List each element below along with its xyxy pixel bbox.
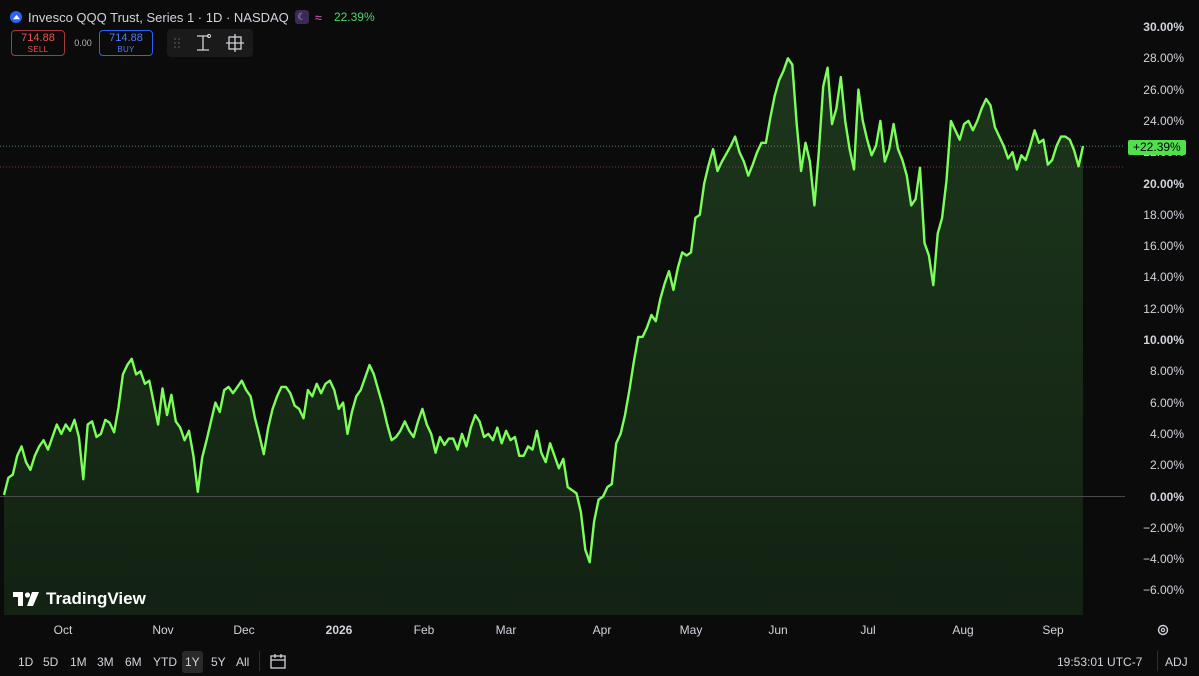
range-button-1y[interactable]: 1Y bbox=[182, 651, 203, 673]
sell-label: SELL bbox=[27, 45, 49, 54]
x-tick-label: Mar bbox=[495, 623, 517, 637]
separator bbox=[1157, 651, 1158, 671]
x-tick-label: May bbox=[679, 623, 703, 637]
y-tick-label: 4.00% bbox=[1149, 426, 1184, 441]
range-button-5d[interactable]: 5D bbox=[40, 651, 61, 673]
tradingview-logo-icon bbox=[13, 592, 39, 606]
tradingview-brand: TradingView bbox=[13, 589, 146, 609]
x-tick-label: Dec bbox=[233, 623, 255, 637]
crosshair-icon[interactable] bbox=[225, 33, 245, 53]
x-tick-label: 2026 bbox=[325, 623, 353, 637]
wave-icon: ≈ bbox=[314, 9, 322, 25]
change-percent: 22.39% bbox=[333, 10, 375, 24]
x-tick-label: Oct bbox=[53, 623, 73, 637]
spread-value: 0.00 bbox=[74, 38, 92, 48]
last-value-badge: +22.39% bbox=[1128, 140, 1186, 155]
drawing-tools bbox=[167, 29, 253, 57]
y-tick-label: 2.00% bbox=[1149, 458, 1184, 473]
y-tick-label: 10.00% bbox=[1143, 333, 1184, 347]
y-tick-label: 12.00% bbox=[1143, 301, 1184, 316]
range-button-3m[interactable]: 3M bbox=[94, 651, 117, 673]
x-tick-label: Jun bbox=[768, 623, 788, 637]
sell-price: 714.88 bbox=[21, 32, 55, 44]
range-button-1m[interactable]: 1M bbox=[67, 651, 90, 673]
y-tick-label: −2.00% bbox=[1142, 520, 1184, 535]
range-button-ytd[interactable]: YTD bbox=[150, 651, 180, 673]
y-tick-label: −6.00% bbox=[1142, 583, 1184, 598]
symbol-title[interactable]: Invesco QQQ Trust, Series 1 · 1D · NASDA… bbox=[28, 10, 289, 25]
symbol-header[interactable]: Invesco QQQ Trust, Series 1 · 1D · NASDA… bbox=[10, 8, 375, 26]
buy-button[interactable]: 714.88 BUY bbox=[99, 30, 153, 56]
adj-toggle[interactable]: ADJ bbox=[1165, 651, 1188, 673]
area-fill bbox=[4, 58, 1083, 616]
measure-icon[interactable] bbox=[193, 33, 213, 53]
y-tick-label: 30.00% bbox=[1143, 20, 1184, 34]
nasdaq-logo-icon bbox=[10, 11, 22, 23]
range-button-6m[interactable]: 6M bbox=[122, 651, 145, 673]
y-tick-label: 20.00% bbox=[1143, 176, 1184, 191]
x-tick-label: Feb bbox=[413, 623, 435, 637]
chart-canvas[interactable] bbox=[0, 0, 1199, 676]
brand-name: TradingView bbox=[46, 589, 146, 608]
y-tick-label: 26.00% bbox=[1143, 82, 1184, 97]
range-button-1d[interactable]: 1D bbox=[15, 651, 36, 673]
y-tick-label: 24.00% bbox=[1143, 113, 1184, 128]
x-tick-label: Apr bbox=[592, 623, 612, 637]
x-tick-label: Sep bbox=[1042, 623, 1064, 637]
sell-button[interactable]: 714.88 SELL bbox=[11, 30, 65, 56]
y-tick-label: 18.00% bbox=[1143, 207, 1184, 222]
buy-label: BUY bbox=[117, 45, 135, 54]
y-tick-label: −4.00% bbox=[1142, 552, 1184, 567]
x-tick-label: Jul bbox=[860, 623, 876, 637]
clock: 19:53:01 UTC-7 bbox=[1057, 655, 1143, 669]
x-tick-label: Aug bbox=[952, 623, 974, 637]
buy-price: 714.88 bbox=[109, 32, 143, 44]
gear-icon[interactable] bbox=[1156, 623, 1170, 637]
y-tick-label: 28.00% bbox=[1143, 51, 1184, 66]
separator bbox=[259, 651, 260, 671]
y-tick-label: 8.00% bbox=[1149, 364, 1184, 379]
y-tick-label: 0.00% bbox=[1149, 489, 1184, 504]
range-button-all[interactable]: All bbox=[233, 651, 252, 673]
grip-icon[interactable] bbox=[174, 38, 180, 48]
y-tick-label: 16.00% bbox=[1143, 239, 1184, 254]
x-tick-label: Nov bbox=[152, 623, 174, 637]
y-tick-label: 6.00% bbox=[1149, 395, 1184, 410]
y-tick-label: 14.00% bbox=[1143, 270, 1184, 285]
calendar-icon[interactable] bbox=[269, 652, 287, 670]
range-button-5y[interactable]: 5Y bbox=[208, 651, 229, 673]
moon-icon: ☾ bbox=[294, 10, 309, 24]
